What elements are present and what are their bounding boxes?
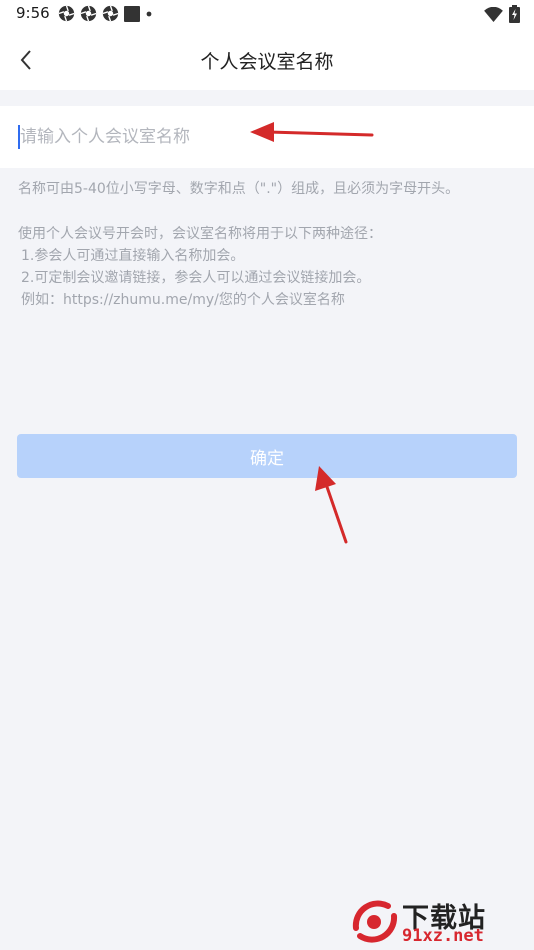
system-icons — [484, 5, 520, 23]
usage-item-1: 1.参会人可通过直接输入名称加会。 — [21, 248, 245, 264]
wifi-icon — [484, 6, 503, 22]
usage-intro: 使用个人会议号开会时，会议室名称将用于以下两种途径： — [18, 226, 382, 242]
text-caret — [18, 125, 20, 149]
usage-description: 使用个人会议号开会时，会议室名称将用于以下两种途径： 1.参会人可通过直接输入名… — [18, 223, 523, 311]
status-bar: 9:56 — [0, 0, 534, 30]
notification-icons — [58, 5, 153, 22]
battery-charging-icon — [509, 5, 520, 23]
usage-example: 例如：https://zhumu.me/my/您的个人会议室名称 — [21, 292, 345, 308]
app-header: 个人会议室名称 — [0, 30, 534, 90]
confirm-button[interactable]: 确定 — [17, 434, 517, 478]
watermark-domain: 91xz.net — [402, 926, 484, 946]
aperture-icon — [58, 5, 75, 22]
page-title: 个人会议室名称 — [200, 51, 334, 73]
naming-rule-text: 名称可由5-40位小写字母、数字和点（"."）组成，且必须为字母开头。 — [18, 181, 460, 197]
status-time: 9:56 — [16, 4, 50, 22]
site-watermark: 下载站 91xz.net — [350, 896, 532, 948]
aperture-icon — [80, 5, 97, 22]
input-card — [0, 106, 534, 168]
meeting-room-name-input[interactable] — [18, 120, 500, 154]
watermark-logo-icon — [352, 900, 398, 943]
square-icon — [124, 5, 140, 22]
dot-icon — [146, 11, 152, 16]
aperture-icon — [102, 5, 119, 22]
usage-item-2: 2.可定制会议邀请链接，参会人可以通过会议链接加会。 — [21, 270, 371, 286]
